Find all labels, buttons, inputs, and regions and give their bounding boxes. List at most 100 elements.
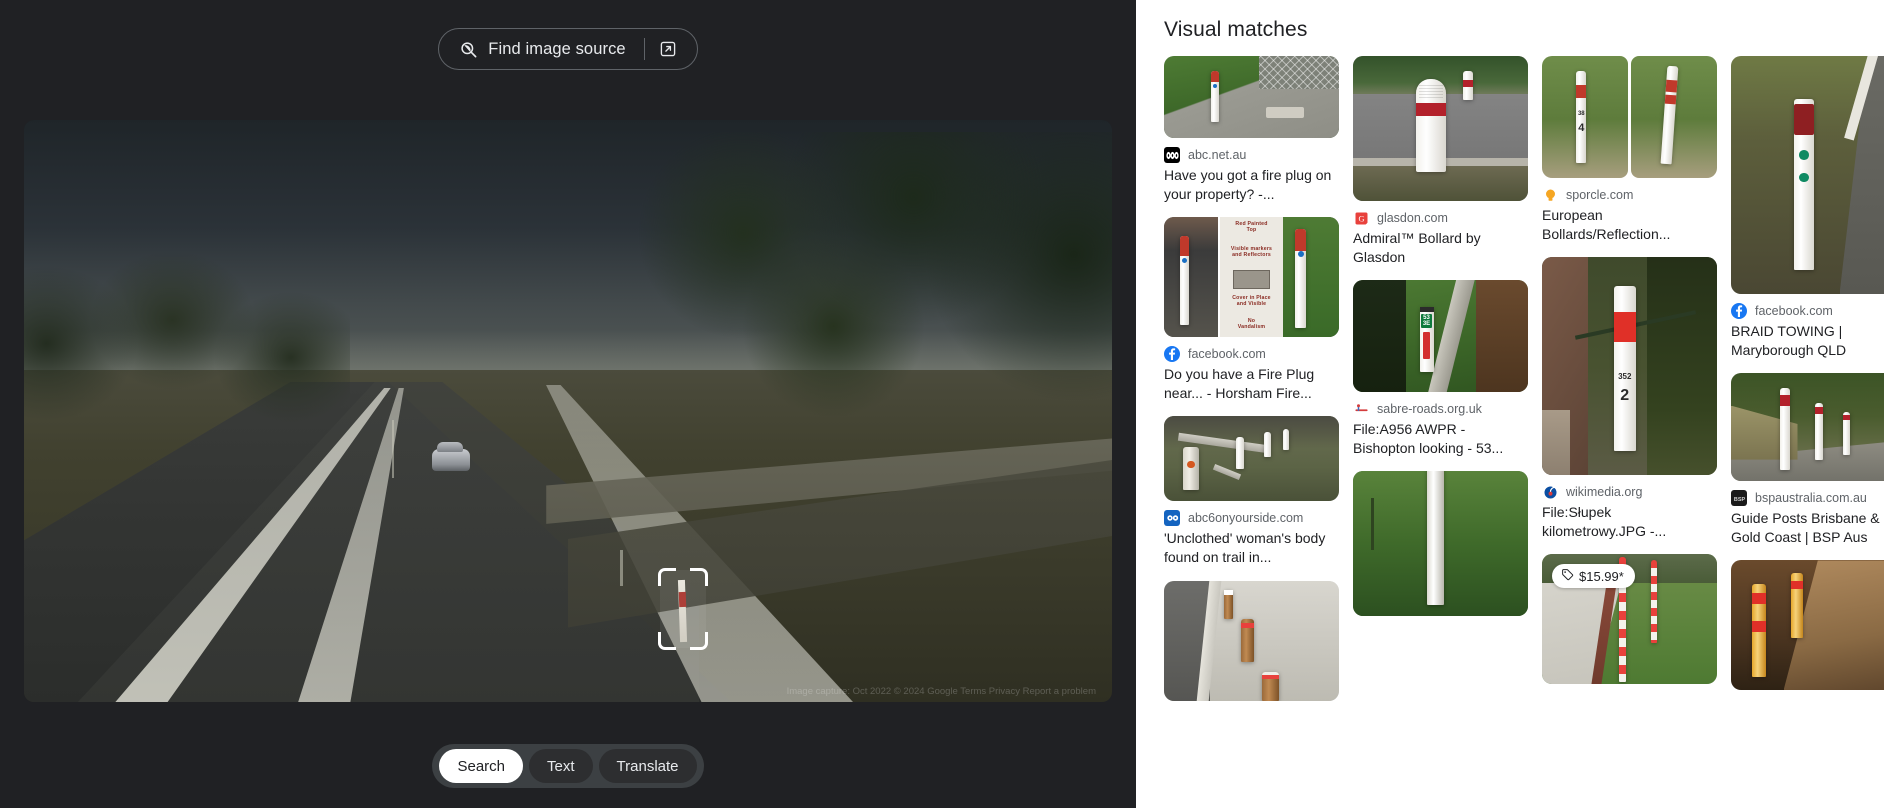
result-card[interactable]: abc.net.au Have you got a fire plug on y… <box>1164 56 1339 203</box>
result-domain: sabre-roads.org.uk <box>1377 402 1482 417</box>
result-card[interactable]: Red Painted Top Visible markers and Reflec… <box>1164 217 1339 402</box>
facebook-icon <box>1731 303 1747 319</box>
wikimedia-icon <box>1542 484 1558 501</box>
result-card[interactable]: facebook.com BRAID TOWING | Maryborough … <box>1731 56 1884 359</box>
lens-results-page: Find image source Image capture: Oct 202… <box>0 0 1904 808</box>
crop-handle-bottom-left[interactable] <box>658 632 676 650</box>
result-thumbnail[interactable] <box>1731 560 1884 691</box>
result-thumbnail[interactable] <box>1164 580 1339 701</box>
visual-matches-pane: Visual matches abc.net.au Have you got a… <box>1136 0 1904 808</box>
glasdon-icon: G <box>1353 210 1369 226</box>
result-title: Do you have a Fire Plug near... - Horsha… <box>1164 366 1315 401</box>
result-title: 'Unclothed' woman's body found on trail … <box>1164 530 1326 566</box>
mode-bar-wrapper: Search Text Translate <box>0 744 1136 788</box>
result-domain: wikimedia.org <box>1566 485 1643 500</box>
svg-text:G: G <box>1358 214 1364 223</box>
result-domain: facebook.com <box>1188 347 1266 362</box>
result-card[interactable]: abc6onyourside.com 'Unclothed' woman's b… <box>1164 416 1339 566</box>
result-domain: glasdon.com <box>1377 211 1448 225</box>
image-preview-pane: Find image source Image capture: Oct 202… <box>0 0 1136 808</box>
result-title: Admiral™ Bollard by Glasdon <box>1353 230 1481 265</box>
result-card[interactable]: G glasdon.com Admiral™ Bollard by Glasdo… <box>1353 56 1528 266</box>
result-card[interactable]: 53 3E sabre-roads.org.uk File:A956 AWPR -… <box>1353 280 1528 457</box>
sabre-roads-icon <box>1353 401 1369 418</box>
abc6-icon <box>1164 510 1180 527</box>
result-title: Have you got a fire plug on your propert… <box>1164 167 1332 202</box>
result-card[interactable] <box>1164 580 1339 701</box>
crop-handle-top-left[interactable] <box>658 568 676 586</box>
result-title: File:Słupek kilometrowy.JPG -... <box>1542 504 1667 539</box>
result-title: Guide Posts Brisbane & Gold Coast | BSP … <box>1731 510 1880 545</box>
trees-right <box>633 131 1112 493</box>
open-in-new-icon[interactable] <box>659 40 677 58</box>
mode-tab-text[interactable]: Text <box>529 749 593 783</box>
results-column-2: G glasdon.com Admiral™ Bollard by Glasdo… <box>1353 56 1528 617</box>
abc-logo-icon <box>1164 147 1180 163</box>
result-source: wikimedia.org <box>1542 484 1717 501</box>
trees-left <box>24 213 351 446</box>
result-card[interactable]: $15.99* <box>1542 554 1717 685</box>
result-source: abc6onyourside.com <box>1164 510 1339 527</box>
price-label: $15.99* <box>1579 568 1624 584</box>
result-title: File:A956 AWPR - Bishopton looking - 53.… <box>1353 421 1504 456</box>
distant-car <box>432 441 470 471</box>
result-thumbnail[interactable]: 352 2 <box>1542 257 1717 476</box>
result-card[interactable] <box>1353 471 1528 617</box>
result-title: European Bollards/Reflection... <box>1542 207 1671 242</box>
crop-handle-top-right[interactable] <box>690 568 708 586</box>
result-card[interactable]: 38 4 sporcle.com European Bollards/Refle… <box>1542 56 1717 243</box>
result-thumbnail[interactable]: Red Painted Top Visible markers and Reflec… <box>1164 217 1339 338</box>
result-domain: sporcle.com <box>1566 188 1634 202</box>
roadside-post <box>620 550 623 586</box>
find-image-source-label: Find image source <box>488 39 626 58</box>
results-masonry: abc.net.au Have you got a fire plug on y… <box>1164 56 1884 808</box>
svg-text:BSP: BSP <box>1733 497 1745 503</box>
result-source: abc.net.au <box>1164 147 1339 163</box>
mode-bar: Search Text Translate <box>432 744 704 788</box>
result-thumbnail[interactable] <box>1731 56 1884 294</box>
result-source: sporcle.com <box>1542 187 1717 203</box>
results-column-4: facebook.com BRAID TOWING | Maryborough … <box>1731 56 1884 691</box>
result-domain: abc6onyourside.com <box>1188 511 1304 526</box>
street-view-image[interactable]: Google Image capture: Oct 2022 © 2024 Go… <box>24 120 1112 702</box>
result-card[interactable]: 352 2 wikimedia.org File:Słupek kilometr… <box>1542 257 1717 540</box>
result-source: facebook.com <box>1731 303 1884 319</box>
find-source-toolbar: Find image source <box>0 28 1136 70</box>
results-column-1: abc.net.au Have you got a fire plug on y… <box>1164 56 1339 701</box>
search-image-icon <box>459 40 478 59</box>
result-card[interactable] <box>1731 560 1884 691</box>
result-thumbnail[interactable]: 53 3E <box>1353 280 1528 393</box>
find-image-source-button[interactable]: Find image source <box>438 28 698 70</box>
mode-tab-translate[interactable]: Translate <box>598 749 697 783</box>
result-thumbnail[interactable]: 38 4 <box>1542 56 1717 178</box>
sporcle-icon <box>1542 187 1558 203</box>
result-title: BRAID TOWING | Maryborough QLD <box>1731 323 1847 358</box>
price-badge: $15.99* <box>1552 564 1635 589</box>
result-card[interactable]: BSP bspaustralia.com.au Guide Posts Bris… <box>1731 373 1884 546</box>
result-thumbnail[interactable] <box>1164 416 1339 502</box>
results-column-3: 38 4 sporcle.com European Bollards/Refle… <box>1542 56 1717 685</box>
result-source: G glasdon.com <box>1353 210 1528 226</box>
street-view-canvas <box>24 120 1112 702</box>
toolbar-divider <box>643 38 645 60</box>
result-domain: abc.net.au <box>1188 148 1247 162</box>
result-source: BSP bspaustralia.com.au <box>1731 490 1884 507</box>
result-thumbnail[interactable] <box>1731 373 1884 482</box>
result-source: sabre-roads.org.uk <box>1353 401 1528 418</box>
result-thumbnail[interactable] <box>1164 56 1339 138</box>
mode-tab-search[interactable]: Search <box>439 749 524 783</box>
result-domain: facebook.com <box>1755 304 1833 318</box>
price-tag-icon <box>1561 568 1574 584</box>
utility-pole <box>392 420 394 478</box>
selection-crop-box[interactable] <box>658 568 708 650</box>
street-view-attribution: Image capture: Oct 2022 © 2024 Google Te… <box>786 686 1096 697</box>
result-thumbnail[interactable] <box>1353 471 1528 617</box>
result-thumbnail[interactable]: $15.99* <box>1542 554 1717 685</box>
panel-title: Visual matches <box>1164 18 1308 41</box>
result-source: facebook.com <box>1164 346 1339 363</box>
result-domain: bspaustralia.com.au <box>1755 491 1867 506</box>
facebook-icon <box>1164 346 1180 363</box>
result-thumbnail[interactable] <box>1353 56 1528 201</box>
bsp-icon: BSP <box>1731 490 1747 507</box>
crop-handle-bottom-right[interactable] <box>690 632 708 650</box>
